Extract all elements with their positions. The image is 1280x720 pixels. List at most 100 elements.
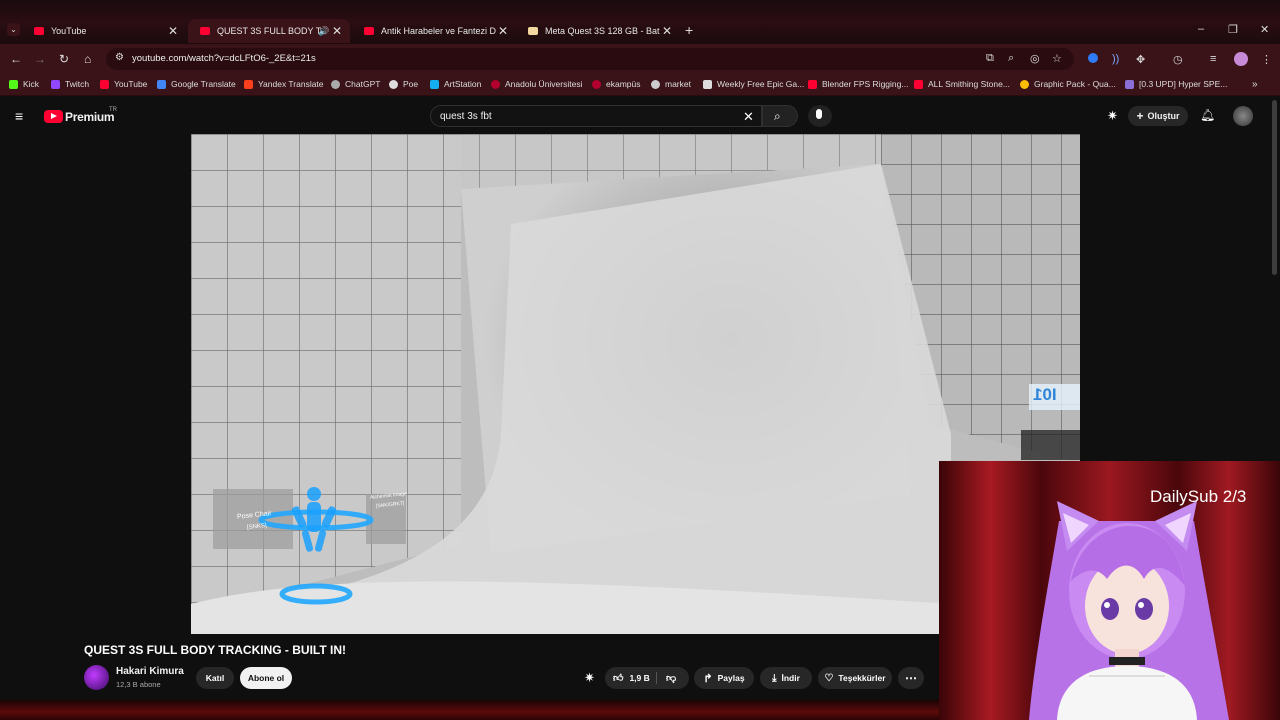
new-tab-button[interactable]: +	[685, 22, 693, 38]
tab-quest-video[interactable]: QUEST 3S FULL BODY TRAC 🔊 ✕	[188, 19, 350, 43]
download-button[interactable]: ⤓ İndir	[760, 667, 812, 689]
clear-search-icon[interactable]: ✕	[743, 109, 754, 125]
more-actions-button[interactable]: ⋯	[898, 667, 924, 689]
extensions-icon[interactable]: ✥	[1136, 53, 1145, 66]
tab-antik-harabeler[interactable]: Antik Harabeler ve Fantezi Dün ✕	[352, 19, 516, 43]
profile-avatar[interactable]	[1234, 52, 1248, 66]
like-button[interactable]: 👍︎ 1,9 B	[605, 672, 650, 684]
youtube-logo-icon[interactable]	[44, 110, 63, 123]
close-icon[interactable]: ✕	[168, 24, 178, 38]
speaker-icon[interactable]: 🔊	[318, 26, 329, 37]
close-icon[interactable]: ✕	[662, 24, 672, 38]
bookmark-yandex-translate[interactable]: Yandex Translate	[244, 79, 324, 89]
site-info-icon[interactable]: ⚙	[115, 52, 124, 63]
artstation-icon	[430, 79, 439, 89]
bookmark-anadolu[interactable]: Anadolu Üniversitesi	[491, 79, 582, 89]
bookmark-epic[interactable]: Weekly Free Epic Ga...	[703, 79, 804, 89]
share-button[interactable]: ↱ Paylaş	[694, 667, 754, 689]
address-bar[interactable]: ⚙ youtube.com/watch?v=dcLFtO6-_2E&t=21s …	[106, 48, 1074, 70]
home-icon[interactable]: ⌂	[84, 52, 91, 66]
logo-region: TR	[109, 107, 117, 113]
restore-button[interactable]: ❐	[1228, 23, 1238, 36]
notifications-bell-icon[interactable]: 🔔︎	[1200, 108, 1215, 122]
bookmark-poe[interactable]: Poe	[389, 79, 418, 89]
youtube-icon	[100, 79, 109, 89]
thumbs-down-icon[interactable]: 👎︎	[666, 672, 676, 684]
hyper-icon	[1125, 79, 1134, 89]
tab-strip: ⌄ YouTube ✕ QUEST 3S FULL BODY TRAC 🔊 ✕ …	[0, 0, 1280, 44]
poe-icon	[389, 79, 398, 89]
divider	[656, 672, 657, 684]
minimize-button[interactable]: –	[1198, 23, 1204, 35]
epic-icon	[703, 79, 712, 89]
bookmark-graphic-pack[interactable]: Graphic Pack - Qua...	[1020, 79, 1116, 89]
close-icon[interactable]: ✕	[498, 24, 508, 38]
thanks-label: Teşekkürler	[838, 673, 886, 683]
join-button[interactable]: Katıl	[196, 667, 234, 689]
yandex-icon	[244, 79, 253, 89]
forward-icon[interactable]: →	[34, 52, 46, 66]
search-button[interactable]: ⌕	[762, 105, 798, 127]
anadolu-icon	[491, 79, 500, 89]
account-avatar[interactable]	[1233, 106, 1253, 126]
extension-gear-icon[interactable]: ✷	[1107, 108, 1118, 124]
google-translate-icon	[157, 79, 166, 89]
reload-icon[interactable]: ↻	[59, 52, 69, 66]
bookmark-hyper-spe[interactable]: [0.3 UPD] Hyper SPE...	[1125, 79, 1227, 89]
amazon-favicon-icon	[528, 27, 538, 35]
browser-toolbar: ← → ↻ ⌂ ⚙ youtube.com/watch?v=dcLFtO6-_2…	[0, 44, 1280, 74]
tab-meta-quest[interactable]: Meta Quest 3S 128 GB - Batman ✕	[516, 19, 680, 43]
subscriber-count: 12,3 B abone	[116, 680, 161, 689]
bookmark-star-icon[interactable]: ☆	[1052, 52, 1062, 65]
window-close-button[interactable]: ✕	[1260, 23, 1269, 36]
zoom-icon[interactable]: ⌕	[1008, 52, 1014, 65]
back-icon[interactable]: ←	[10, 52, 22, 66]
ambient-glow	[0, 700, 939, 720]
history-icon[interactable]: ◷	[1173, 53, 1183, 66]
download-label: İndir	[781, 673, 800, 683]
extension-wave-icon[interactable]: ))	[1112, 53, 1119, 65]
thumbs-up-icon: 👍︎	[613, 673, 624, 684]
eye-off-icon[interactable]: ◎	[1030, 52, 1040, 65]
bookmark-smithing[interactable]: ALL Smithing Stone...	[914, 79, 1010, 89]
bookmark-google-translate[interactable]: Google Translate	[157, 79, 236, 89]
search-value: quest 3s fbt	[440, 111, 492, 122]
ekampus-icon	[592, 79, 601, 89]
bookmark-market[interactable]: market	[651, 79, 691, 89]
tab-search-icon[interactable]: ⌄	[7, 23, 20, 36]
youtube-favicon-icon	[34, 27, 44, 35]
bookmark-twitch[interactable]: Twitch	[51, 79, 89, 89]
download-icon: ⤓	[772, 672, 777, 684]
url-text: youtube.com/watch?v=dcLFtO6-_2E&t=21s	[132, 53, 316, 64]
search-icon: ⌕	[774, 109, 781, 123]
tab-youtube[interactable]: YouTube ✕	[22, 19, 186, 43]
channel-name[interactable]: Hakari Kimura	[116, 666, 184, 677]
like-dislike-group: 👍︎ 1,9 B 👎︎	[605, 667, 689, 689]
share-icon: ↱	[703, 672, 713, 685]
media-icon[interactable]: ≡	[1210, 53, 1216, 65]
close-icon[interactable]: ✕	[332, 24, 342, 38]
search-input[interactable]: quest 3s fbt ✕	[430, 105, 762, 127]
menu-icon[interactable]: ⋮	[1261, 53, 1272, 66]
bookmark-ekampus[interactable]: ekampüs	[592, 79, 641, 89]
subscribe-button[interactable]: Abone ol	[240, 667, 292, 689]
extension-gear-icon[interactable]: ✷	[584, 670, 595, 686]
install-icon[interactable]: ⧉	[986, 52, 994, 65]
bookmarks-overflow-icon[interactable]: »	[1252, 79, 1258, 90]
bookmark-chatgpt[interactable]: ChatGPT	[331, 79, 380, 89]
create-label: Oluştur	[1147, 111, 1180, 121]
extension-blue-icon[interactable]	[1088, 53, 1098, 63]
dailysub-counter: DailySub 2/3	[1150, 487, 1247, 506]
page-scrollbar[interactable]	[1272, 100, 1277, 275]
channel-avatar[interactable]	[84, 665, 109, 690]
bookmark-kick[interactable]: Kick	[9, 79, 39, 89]
voice-search-button[interactable]	[808, 105, 832, 127]
hamburger-menu-icon[interactable]: ≡	[15, 108, 23, 124]
bookmark-blender[interactable]: Blender FPS Rigging...	[808, 79, 908, 89]
logo-premium-text[interactable]: Premium	[65, 110, 115, 124]
tab-title: Antik Harabeler ve Fantezi Dün	[381, 26, 496, 36]
bookmark-artstation[interactable]: ArtStation	[430, 79, 481, 89]
create-button[interactable]: + Oluştur	[1128, 106, 1188, 126]
bookmark-youtube[interactable]: YouTube	[100, 79, 147, 89]
thanks-button[interactable]: ♡ Teşekkürler	[818, 667, 892, 689]
